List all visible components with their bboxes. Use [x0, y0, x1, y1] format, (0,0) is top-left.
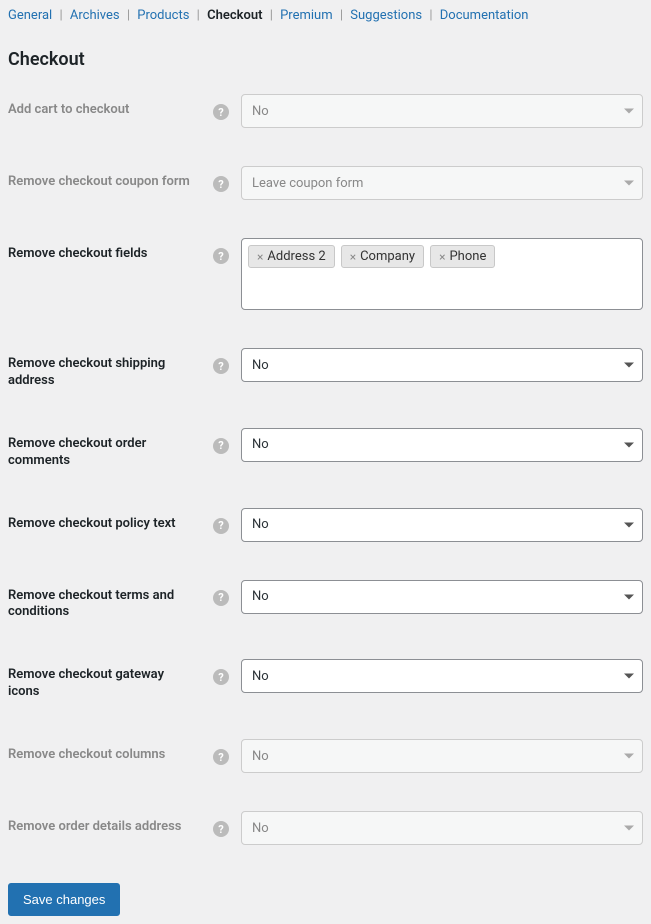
select-value: No: [252, 358, 269, 373]
tab-separator: |: [336, 8, 347, 23]
select-value: Leave coupon form: [252, 176, 363, 191]
label-remove-comments: Remove checkout order comments: [8, 436, 198, 470]
tab-navigation: General | Archives | Products | Checkout…: [8, 8, 643, 31]
tab-separator: |: [266, 8, 277, 23]
label-remove-terms: Remove checkout terms and conditions: [8, 588, 198, 622]
save-button[interactable]: Save changes: [8, 883, 120, 916]
tab-separator: |: [123, 8, 134, 23]
page-title: Checkout: [8, 49, 643, 70]
tab-checkout[interactable]: Checkout: [207, 8, 262, 23]
row-add-cart: Add cart to checkout ? No: [8, 94, 643, 128]
select-remove-columns[interactable]: No: [241, 739, 643, 773]
tab-separator: |: [55, 8, 66, 23]
tag-label: Company: [360, 249, 415, 264]
close-icon[interactable]: ×: [439, 250, 445, 264]
close-icon[interactable]: ×: [257, 250, 263, 264]
tab-separator: |: [425, 8, 436, 23]
select-remove-coupon[interactable]: Leave coupon form: [241, 166, 643, 200]
label-remove-fields: Remove checkout fields: [8, 246, 147, 263]
label-remove-order-address: Remove order details address: [8, 819, 181, 836]
label-remove-columns: Remove checkout columns: [8, 747, 165, 764]
tab-documentation[interactable]: Documentation: [440, 8, 529, 23]
tab-general[interactable]: General: [8, 8, 52, 23]
help-icon[interactable]: ?: [213, 590, 229, 606]
select-remove-shipping[interactable]: No: [241, 348, 643, 382]
chevron-down-icon: [624, 754, 634, 759]
row-remove-terms: Remove checkout terms and conditions ? N…: [8, 580, 643, 622]
chevron-down-icon: [624, 826, 634, 831]
label-remove-policy: Remove checkout policy text: [8, 516, 176, 533]
select-remove-gateway[interactable]: No: [241, 659, 643, 693]
chevron-down-icon: [624, 442, 634, 447]
tag-label: Address 2: [267, 249, 325, 264]
chevron-down-icon: [624, 674, 634, 679]
chevron-down-icon: [624, 522, 634, 527]
row-remove-order-address: Remove order details address ? No: [8, 811, 643, 845]
help-icon[interactable]: ?: [213, 358, 229, 374]
tag-company[interactable]: × Company: [341, 245, 424, 268]
chevron-down-icon: [624, 363, 634, 368]
select-value: No: [252, 437, 269, 452]
label-remove-coupon: Remove checkout coupon form: [8, 174, 190, 191]
tab-suggestions[interactable]: Suggestions: [350, 8, 422, 23]
row-remove-comments: Remove checkout order comments ? No: [8, 428, 643, 470]
label-remove-gateway: Remove checkout gateway icons: [8, 667, 198, 701]
tag-label: Phone: [449, 249, 486, 264]
row-remove-policy: Remove checkout policy text ? No: [8, 508, 643, 542]
tag-address2[interactable]: × Address 2: [248, 245, 335, 268]
tab-products[interactable]: Products: [137, 8, 189, 23]
select-remove-comments[interactable]: No: [241, 428, 643, 462]
checkout-form: Add cart to checkout ? No Remove checkou…: [8, 94, 643, 845]
select-remove-terms[interactable]: No: [241, 580, 643, 614]
multiselect-remove-fields[interactable]: × Address 2 × Company × Phone: [241, 238, 643, 310]
select-remove-order-address[interactable]: No: [241, 811, 643, 845]
help-icon[interactable]: ?: [213, 821, 229, 837]
tag-phone[interactable]: × Phone: [430, 245, 495, 268]
tab-premium[interactable]: Premium: [280, 8, 333, 23]
select-value: No: [252, 821, 269, 836]
label-add-cart: Add cart to checkout: [8, 102, 129, 119]
tab-separator: |: [193, 8, 204, 23]
select-value: No: [252, 589, 269, 604]
row-remove-fields: Remove checkout fields ? × Address 2 × C…: [8, 238, 643, 310]
help-icon[interactable]: ?: [213, 669, 229, 685]
chevron-down-icon: [624, 181, 634, 186]
help-icon[interactable]: ?: [213, 749, 229, 765]
select-remove-policy[interactable]: No: [241, 508, 643, 542]
help-icon[interactable]: ?: [213, 438, 229, 454]
row-remove-coupon: Remove checkout coupon form ? Leave coup…: [8, 166, 643, 200]
row-remove-columns: Remove checkout columns ? No: [8, 739, 643, 773]
row-remove-shipping: Remove checkout shipping address ? No: [8, 348, 643, 390]
help-icon[interactable]: ?: [213, 176, 229, 192]
select-add-cart[interactable]: No: [241, 94, 643, 128]
tab-archives[interactable]: Archives: [70, 8, 120, 23]
help-icon[interactable]: ?: [213, 248, 229, 264]
help-icon[interactable]: ?: [213, 518, 229, 534]
chevron-down-icon: [624, 594, 634, 599]
select-value: No: [252, 517, 269, 532]
help-icon[interactable]: ?: [213, 104, 229, 120]
chevron-down-icon: [624, 109, 634, 114]
select-value: No: [252, 669, 269, 684]
row-remove-gateway: Remove checkout gateway icons ? No: [8, 659, 643, 701]
submit-row: Save changes: [8, 883, 643, 916]
label-remove-shipping: Remove checkout shipping address: [8, 356, 198, 390]
select-value: No: [252, 749, 269, 764]
close-icon[interactable]: ×: [350, 250, 356, 264]
select-value: No: [252, 104, 269, 119]
